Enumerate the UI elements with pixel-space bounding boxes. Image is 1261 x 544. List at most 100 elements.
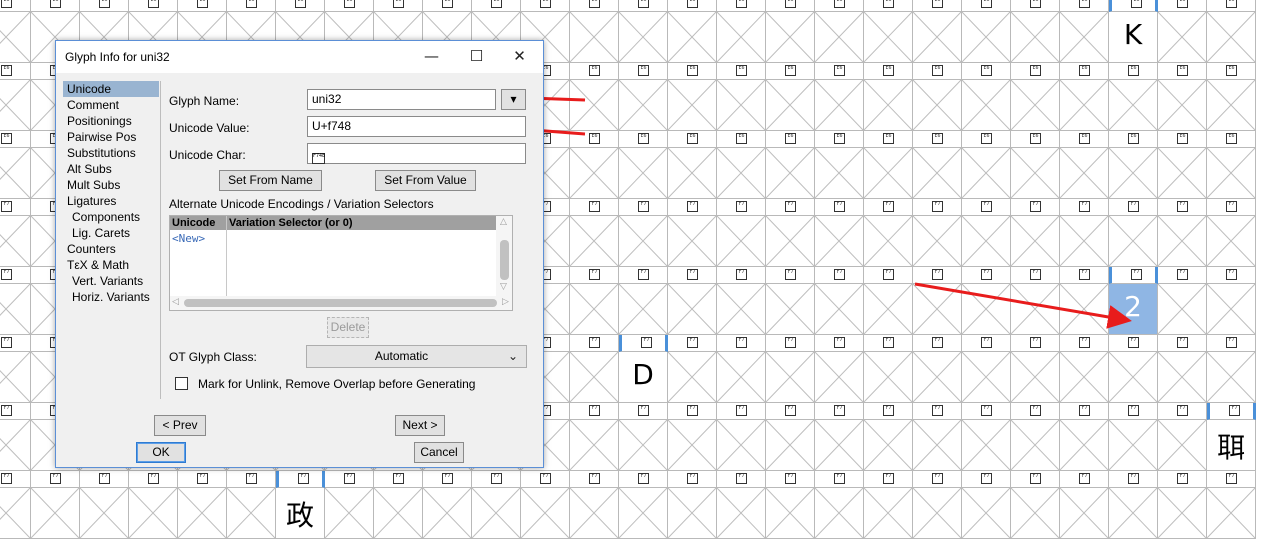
glyph-cell-header[interactable]: E6 <box>1109 131 1158 148</box>
glyph-cell-header[interactable]: E6 <box>423 0 472 12</box>
glyph-cell[interactable] <box>619 216 668 267</box>
glyph-cell-header[interactable]: F7 <box>1109 471 1158 488</box>
sidebar-item[interactable]: Alt Subs <box>63 161 159 177</box>
glyph-cell[interactable] <box>374 488 423 539</box>
glyph-cell-header[interactable]: E6 <box>80 0 129 12</box>
glyph-cell-header[interactable]: F7 <box>766 471 815 488</box>
glyph-cell[interactable] <box>619 420 668 471</box>
glyph-cell[interactable] <box>766 216 815 267</box>
glyph-cell[interactable] <box>668 148 717 199</box>
glyph-cell-header[interactable]: E6 <box>962 0 1011 12</box>
glyph-cell-header[interactable]: F7 <box>1109 403 1158 420</box>
vertical-scrollbar[interactable]: △ ▽ <box>496 216 512 296</box>
glyph-cell-header[interactable]: F7 <box>962 335 1011 352</box>
glyph-cell[interactable] <box>1060 12 1109 63</box>
glyph-cell[interactable] <box>570 216 619 267</box>
glyph-cell-header[interactable]: F7 <box>1158 403 1207 420</box>
glyph-cell[interactable] <box>717 284 766 335</box>
glyph-cell-header[interactable]: F7 <box>374 471 423 488</box>
glyph-cell[interactable] <box>815 216 864 267</box>
glyph-cell[interactable] <box>717 216 766 267</box>
glyph-cell[interactable] <box>766 352 815 403</box>
glyph-cell-header[interactable]: F7 <box>472 471 521 488</box>
glyph-cell[interactable] <box>1011 284 1060 335</box>
glyph-cell-header[interactable]: E6 <box>1011 0 1060 12</box>
vertical-scroll-thumb[interactable] <box>500 240 509 280</box>
glyph-cell-header[interactable]: E6 <box>619 0 668 12</box>
glyph-cell[interactable] <box>1011 216 1060 267</box>
glyph-cell[interactable] <box>129 488 178 539</box>
horizontal-scroll-thumb[interactable] <box>184 299 497 307</box>
glyph-cell-header[interactable]: F7 <box>1109 335 1158 352</box>
glyph-cell[interactable] <box>913 216 962 267</box>
ot-glyph-class-select[interactable]: Automatic ⌄ <box>306 345 527 368</box>
glyph-cell-header[interactable]: F7 <box>570 199 619 216</box>
glyph-cell[interactable] <box>962 12 1011 63</box>
glyph-name-dropdown-button[interactable]: ▾ <box>501 89 526 110</box>
glyph-cell[interactable] <box>815 284 864 335</box>
scroll-down-icon[interactable]: ▽ <box>500 282 507 292</box>
glyph-cell-header[interactable]: E6 <box>1158 131 1207 148</box>
sidebar-item[interactable]: Vert. Variants <box>63 273 159 289</box>
glyph-cell-header[interactable]: F7 <box>0 403 31 420</box>
title-bar[interactable]: Glyph Info for uni32 — ☐ ✕ <box>56 41 543 73</box>
glyph-cell[interactable] <box>178 488 227 539</box>
glyph-cell[interactable] <box>570 148 619 199</box>
glyph-cell-header[interactable]: E6 <box>766 0 815 12</box>
glyph-cell-header[interactable]: F7 <box>1060 335 1109 352</box>
glyph-cell-header[interactable]: E6 <box>815 0 864 12</box>
glyph-cell-header[interactable]: F7 <box>913 267 962 284</box>
glyph-cell-header[interactable]: F7 <box>619 471 668 488</box>
glyph-cell[interactable] <box>864 352 913 403</box>
glyph-cell-header[interactable]: F7 <box>1207 335 1256 352</box>
glyph-cell[interactable] <box>570 488 619 539</box>
glyph-cell-header[interactable]: E6 <box>815 131 864 148</box>
glyph-cell[interactable] <box>913 80 962 131</box>
glyph-cell-header[interactable]: F7 <box>668 403 717 420</box>
glyph-cell[interactable] <box>962 80 1011 131</box>
glyph-cell-header[interactable]: E6 <box>0 131 31 148</box>
glyph-cell[interactable] <box>1060 420 1109 471</box>
glyph-cell[interactable] <box>668 80 717 131</box>
glyph-cell-header[interactable]: F7 <box>913 403 962 420</box>
glyph-cell[interactable] <box>1011 80 1060 131</box>
glyph-cell[interactable] <box>864 488 913 539</box>
glyph-cell-header[interactable]: E6 <box>668 63 717 80</box>
glyph-cell-header[interactable]: E6 <box>619 131 668 148</box>
glyph-cell[interactable] <box>962 216 1011 267</box>
glyph-cell-header[interactable]: F7 <box>1011 199 1060 216</box>
glyph-cell-header[interactable]: F7 <box>1060 267 1109 284</box>
glyph-cell[interactable] <box>619 80 668 131</box>
glyph-cell-header[interactable]: E6 <box>1011 63 1060 80</box>
glyph-cell[interactable]: K <box>1109 12 1158 63</box>
glyph-cell[interactable] <box>766 148 815 199</box>
table-new-row[interactable]: <New> <box>172 232 205 245</box>
glyph-cell-header[interactable]: E6 <box>913 63 962 80</box>
glyph-cell-header[interactable]: E6 <box>962 131 1011 148</box>
glyph-cell[interactable] <box>1158 284 1207 335</box>
glyph-cell-header[interactable]: F7 <box>570 403 619 420</box>
glyph-cell-header[interactable]: F7 <box>1207 267 1256 284</box>
glyph-cell-header[interactable]: E6 <box>227 0 276 12</box>
glyph-cell-header[interactable]: E6 <box>717 131 766 148</box>
mark-unlink-checkbox[interactable] <box>175 377 188 390</box>
glyph-cell-header[interactable]: F7 <box>913 471 962 488</box>
glyph-cell[interactable] <box>1011 352 1060 403</box>
glyph-cell[interactable] <box>0 352 31 403</box>
glyph-cell[interactable] <box>668 352 717 403</box>
glyph-cell[interactable] <box>423 488 472 539</box>
glyph-cell[interactable] <box>31 488 80 539</box>
glyph-cell-header[interactable]: E6 <box>472 0 521 12</box>
glyph-cell-header[interactable]: E6 <box>864 63 913 80</box>
glyph-cell[interactable] <box>766 80 815 131</box>
sidebar-item[interactable]: Unicode <box>63 81 159 97</box>
glyph-cell[interactable] <box>717 352 766 403</box>
glyph-cell-header[interactable]: F7 <box>0 335 31 352</box>
glyph-cell-header[interactable]: F7 <box>815 403 864 420</box>
glyph-cell-header[interactable]: F7 <box>1109 199 1158 216</box>
glyph-cell[interactable] <box>668 216 717 267</box>
glyph-cell[interactable] <box>619 488 668 539</box>
glyph-cell-header[interactable]: F7 <box>129 471 178 488</box>
sidebar-item[interactable]: Lig. Carets <box>63 225 159 241</box>
glyph-cell[interactable] <box>962 488 1011 539</box>
